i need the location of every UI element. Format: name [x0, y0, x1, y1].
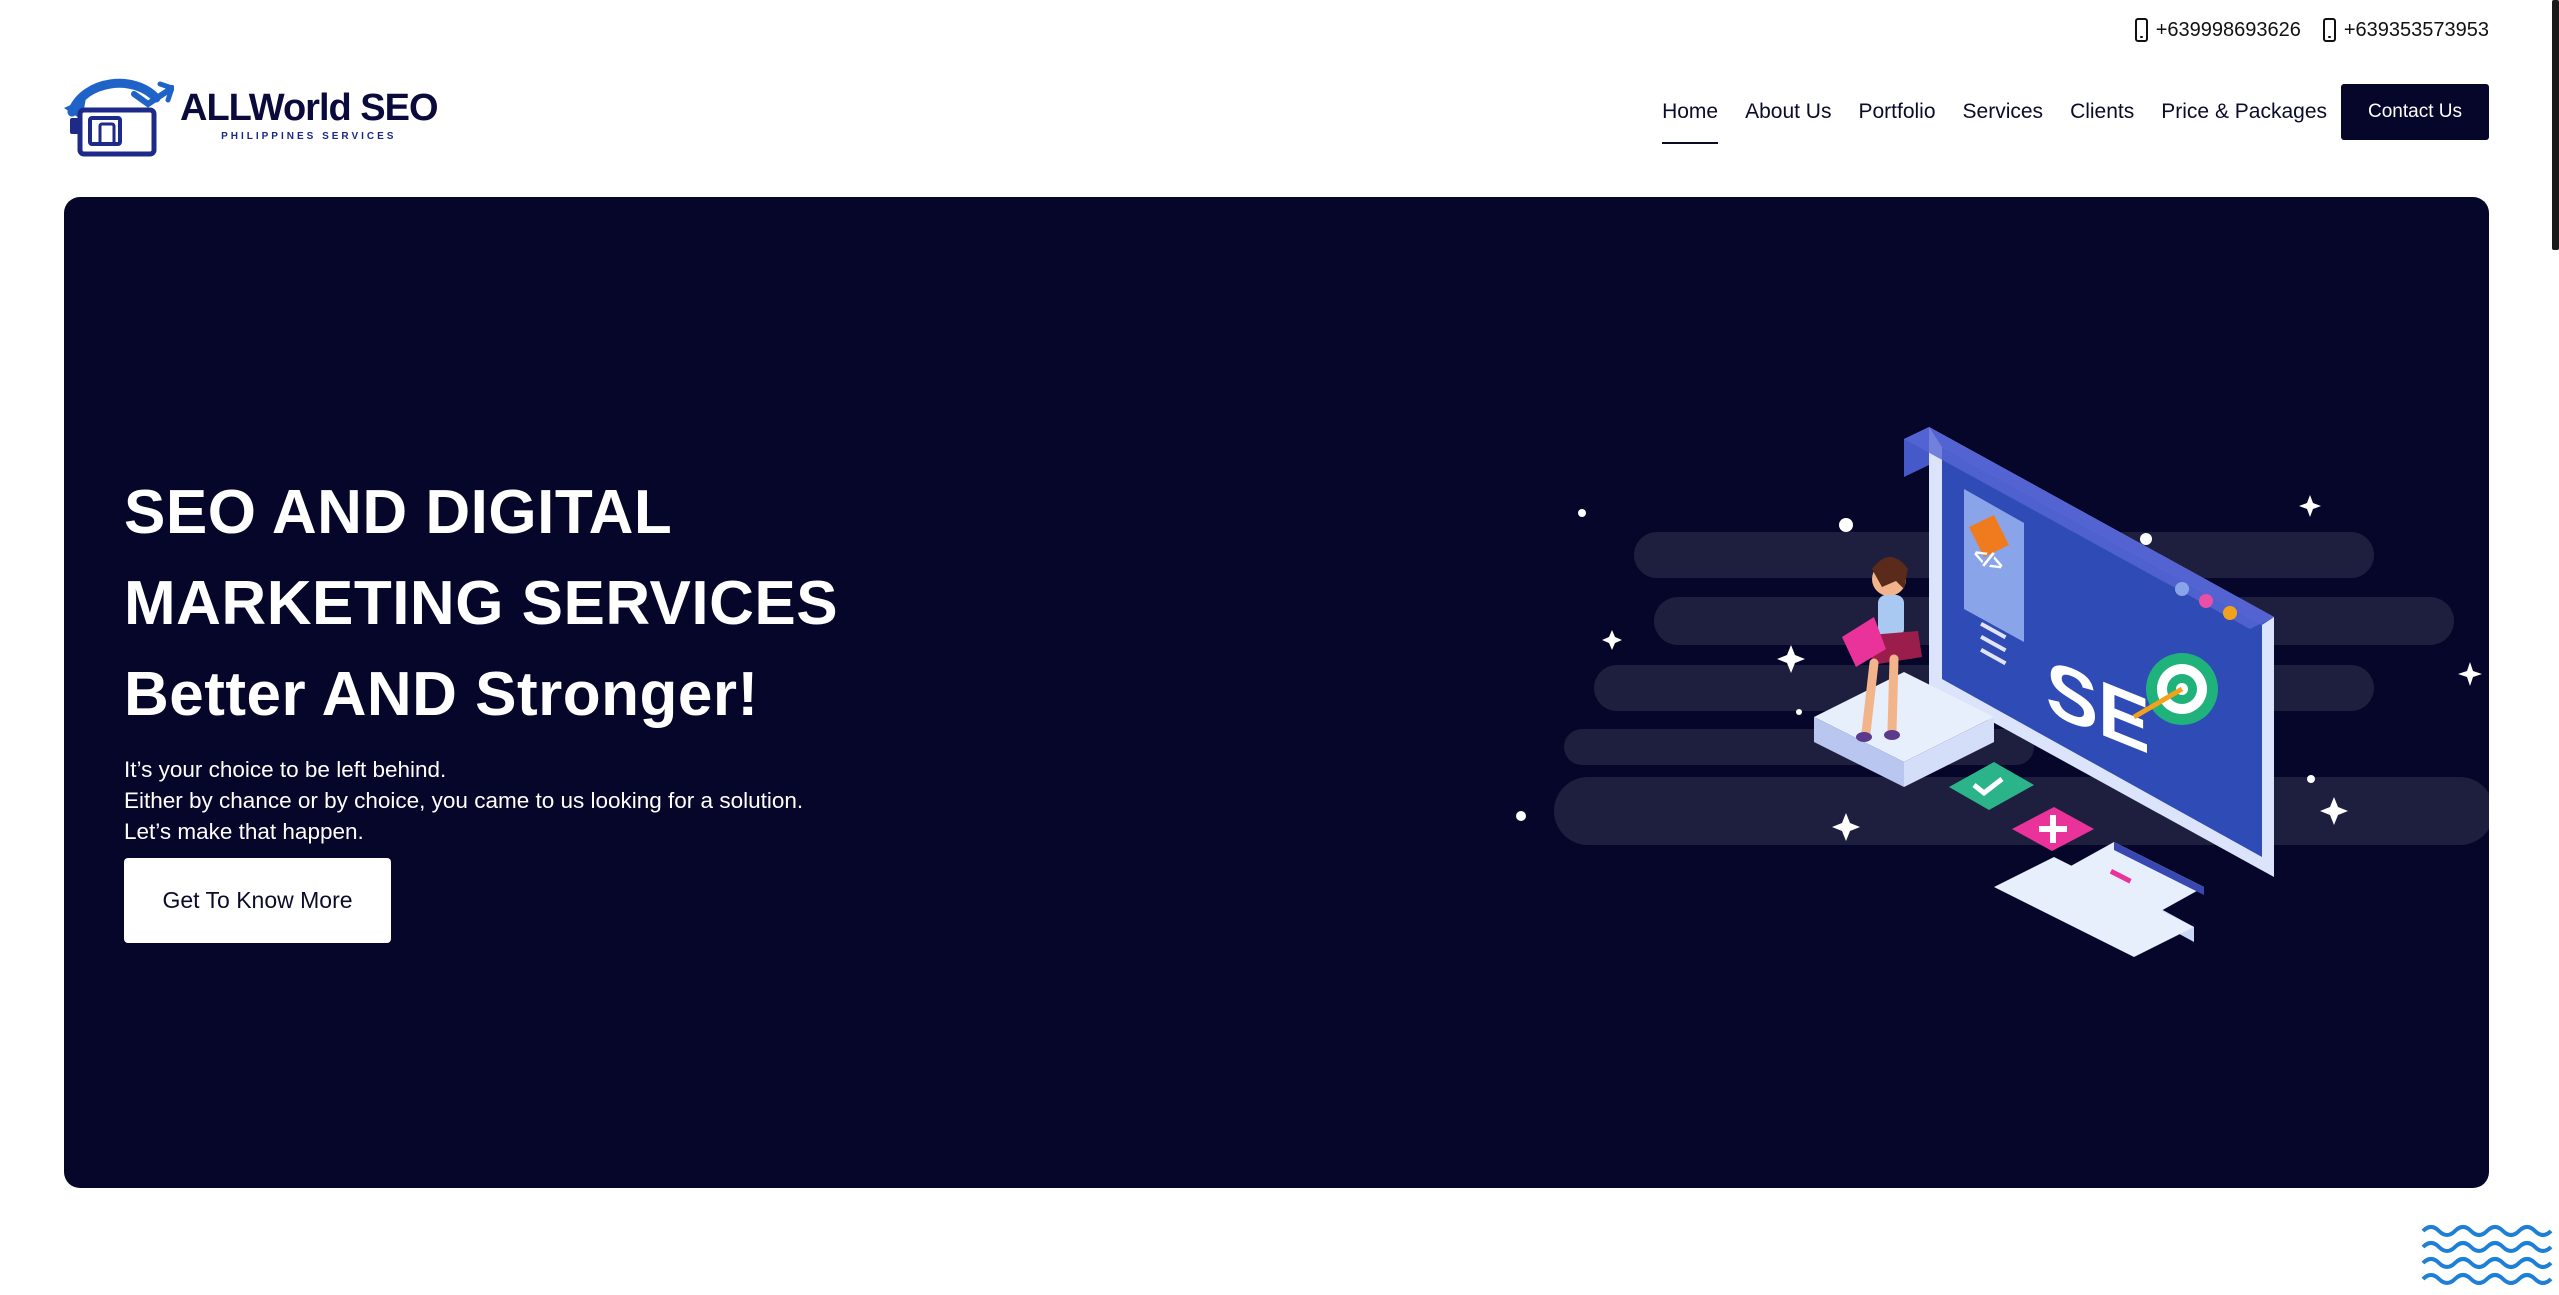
hero-subtitle-line: Let’s make that happen.	[124, 819, 364, 844]
hero-title-line: SEO AND DIGITAL	[124, 478, 673, 547]
logo-name: ALLWorld SEO	[180, 86, 439, 129]
scrollbar-thumb[interactable]	[2552, 0, 2559, 250]
nav-item-portfolio[interactable]: Portfolio	[1858, 86, 1935, 138]
nav-item-services[interactable]: Services	[1963, 86, 2044, 138]
contact-us-button[interactable]: Contact Us	[2341, 84, 2489, 140]
hero-title: SEO AND DIGITAL MARKETING SERVICES Bette…	[124, 467, 838, 740]
hero-subtitle-line: It’s your choice to be left behind.	[124, 757, 447, 782]
phone-contact-1[interactable]: +639998693626	[2134, 18, 2301, 42]
nav-item-price-packages[interactable]: Price & Packages	[2161, 86, 2327, 138]
nav-item-clients[interactable]: Clients	[2070, 86, 2134, 138]
hero-subtitle: It’s your choice to be left behind. Eith…	[124, 754, 803, 847]
seo-illustration: </> SE	[1516, 427, 2489, 957]
contact-bar: +639998693626 +639353573953	[2134, 18, 2489, 42]
main-nav: Home About Us Portfolio Services Clients…	[1662, 84, 2489, 144]
phone-contact-2[interactable]: +639353573953	[2322, 18, 2489, 42]
mobile-phone-icon	[2134, 18, 2148, 42]
phone-number: +639353573953	[2343, 18, 2489, 41]
hero-subtitle-line: Either by chance or by choice, you came …	[124, 788, 804, 813]
hero-title-line: Better AND Stronger!	[124, 660, 759, 729]
logo-tagline: PHILIPPINES SERVICES	[221, 130, 397, 142]
hero-banner: SEO AND DIGITAL MARKETING SERVICES Bette…	[64, 197, 2489, 1188]
logo-icon	[64, 78, 174, 157]
nav-item-about-us[interactable]: About Us	[1745, 86, 1831, 138]
hero-title-line: MARKETING SERVICES	[124, 569, 839, 638]
wave-decoration	[2421, 1225, 2553, 1285]
site-logo[interactable]: ALLWorld SEO PHILIPPINES SERVICES	[64, 72, 439, 158]
nav-item-home[interactable]: Home	[1662, 86, 1719, 144]
get-to-know-more-button[interactable]: Get To Know More	[124, 858, 391, 943]
phone-number: +639998693626	[2155, 18, 2301, 41]
mobile-phone-icon	[2322, 18, 2336, 42]
